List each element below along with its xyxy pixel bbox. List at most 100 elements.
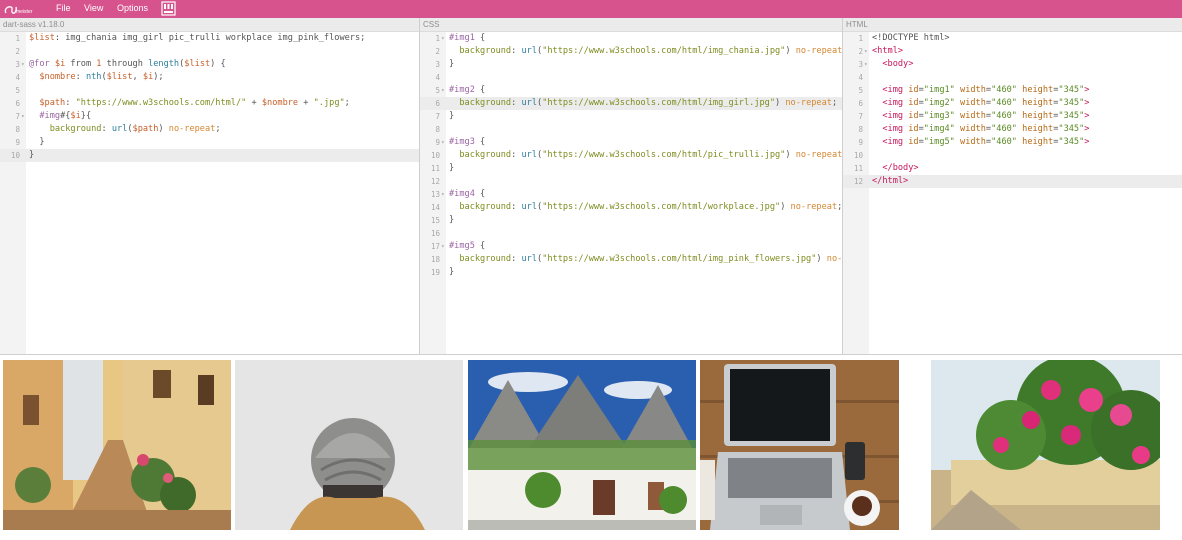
sass-editor[interactable]: 1 $list: img_chania img_girl pic_trulli w… (0, 32, 419, 354)
code-text: </html> (872, 176, 909, 186)
gist-icon[interactable] (161, 1, 176, 16)
render-preview (0, 355, 1182, 540)
line-number: 6 (858, 99, 863, 108)
fold-toggle-icon[interactable]: ▾ (21, 110, 25, 123)
code-line[interactable]: 13 ▾ #img4 { (420, 188, 842, 201)
code-text: background: url("https://www.w3schools.c… (459, 150, 842, 160)
code-line[interactable]: 8 <img id="img4" width="460" height="345… (843, 123, 1182, 136)
code-line[interactable]: 3 ▾ @for $i from 1 through length($list) { (0, 58, 419, 71)
fold-toggle-icon[interactable]: ▾ (441, 240, 445, 253)
line-number: 1 (858, 34, 863, 43)
top-bar: meister File View Options (0, 0, 1182, 18)
code-line[interactable]: 18 background: url("https://www.w3school… (420, 253, 842, 266)
line-number: 4 (435, 73, 440, 82)
code-text: <html> (872, 46, 904, 56)
code-line[interactable]: 2 (0, 45, 419, 58)
fold-toggle-icon[interactable]: ▾ (441, 188, 445, 201)
code-text: background: url("https://www.w3schools.c… (459, 46, 842, 56)
line-number: 4 (858, 73, 863, 82)
menu-file[interactable]: File (56, 3, 71, 13)
code-line[interactable]: 3 ▾ <body> (843, 58, 1182, 71)
code-line[interactable]: 19} (420, 266, 842, 279)
code-line[interactable]: 9 ▾ #img3 { (420, 136, 842, 149)
fold-toggle-icon[interactable]: ▾ (441, 32, 445, 45)
fold-toggle-icon[interactable]: ▾ (441, 84, 445, 97)
line-number: 6 (435, 99, 440, 108)
css-editor[interactable]: 1 ▾ #img1 {2 background: url("https://www.… (420, 32, 842, 354)
code-line[interactable]: 9 <img id="img5" width="460" height="345… (843, 136, 1182, 149)
code-text: } (449, 215, 455, 225)
code-text: } (29, 137, 45, 147)
code-line[interactable]: 14 background: url("https://www.w3school… (420, 201, 842, 214)
line-number: 7 (858, 112, 863, 121)
code-line[interactable]: 5 (0, 84, 419, 97)
html-editor[interactable]: 1 <!DOCTYPE html> 2 ▾ <html> 3 ▾ <body> 4 5 <img… (843, 32, 1182, 354)
line-number: 13 (430, 190, 440, 199)
code-line[interactable]: 6 <img id="img2" width="460" height="345… (843, 97, 1182, 110)
code-text: background: url($path) no-repeat; (49, 124, 221, 134)
css-pane-header[interactable]: CSS (420, 18, 842, 32)
code-line[interactable]: 1 ▾ #img1 { (420, 32, 842, 45)
code-text: <img id="img3" width="460" height="345"> (882, 111, 1090, 121)
html-pane-header[interactable]: HTML (843, 18, 1182, 32)
sass-pane-header[interactable]: dart-sass v1.18.0 (0, 18, 419, 32)
menu-options[interactable]: Options (117, 3, 148, 13)
line-number: 5 (15, 86, 20, 95)
line-number: 6 (15, 99, 20, 108)
line-number: 9 (435, 138, 440, 147)
code-line[interactable]: 11} (420, 162, 842, 175)
svg-text:meister: meister (16, 9, 33, 15)
image-img3-trulli (468, 360, 696, 530)
code-line[interactable]: 7 ▾ #img#{$i}{ (0, 110, 419, 123)
code-line[interactable]: 4 (420, 71, 842, 84)
code-text: #img2 { (449, 85, 486, 95)
code-line[interactable]: 3} (420, 58, 842, 71)
code-line[interactable]: 10 background: url("https://www.w3school… (420, 149, 842, 162)
code-line[interactable]: 1 <!DOCTYPE html> (843, 32, 1182, 45)
menu-view[interactable]: View (84, 3, 103, 13)
code-line[interactable]: 2 background: url("https://www.w3schools… (420, 45, 842, 58)
code-text: } (449, 163, 455, 173)
line-number: 7 (15, 112, 20, 121)
code-line[interactable]: 7} (420, 110, 842, 123)
code-line[interactable]: 8 background: url($path) no-repeat; (0, 123, 419, 136)
image-img5-pink-flowers (931, 360, 1160, 530)
fold-toggle-icon[interactable]: ▾ (441, 136, 445, 149)
code-line[interactable]: 8 (420, 123, 842, 136)
code-line[interactable]: 10 (843, 149, 1182, 162)
code-line[interactable]: 1 $list: img_chania img_girl pic_trulli w… (0, 32, 419, 45)
fold-toggle-icon[interactable]: ▾ (864, 58, 868, 71)
code-line[interactable]: 16 (420, 227, 842, 240)
code-text: #img3 { (449, 137, 486, 147)
code-line[interactable]: 9 } (0, 136, 419, 149)
code-text: <img id="img1" width="460" height="345"> (882, 85, 1090, 95)
code-line[interactable]: 17 ▾ #img5 { (420, 240, 842, 253)
code-line[interactable]: 6 background: url("https://www.w3schools… (420, 97, 842, 110)
code-line[interactable]: 6 $path: "https://www.w3schools.com/html… (0, 97, 419, 110)
code-text: $nombre: nth($list, $i); (39, 72, 164, 82)
code-line[interactable]: 2 ▾ <html> (843, 45, 1182, 58)
line-number: 14 (430, 203, 440, 212)
code-text: background: url("https://www.w3schools.c… (459, 254, 842, 264)
code-line[interactable]: 4 (843, 71, 1182, 84)
sass-pane: dart-sass v1.18.0 1 $list: img_chania img… (0, 18, 419, 354)
line-number: 5 (435, 86, 440, 95)
code-line[interactable]: 5 ▾ #img2 { (420, 84, 842, 97)
fold-toggle-icon[interactable]: ▾ (21, 58, 25, 71)
code-line[interactable]: 7 <img id="img3" width="460" height="345… (843, 110, 1182, 123)
css-pane: CSS 1 ▾ #img1 {2 background: url("https://… (420, 18, 842, 354)
line-number: 12 (853, 177, 863, 186)
code-line[interactable]: 12 </html> (843, 175, 1182, 188)
sassmeister-logo[interactable]: meister (3, 1, 41, 17)
code-text: #img4 { (449, 189, 486, 199)
fold-toggle-icon[interactable]: ▾ (864, 45, 868, 58)
code-line[interactable]: 11 </body> (843, 162, 1182, 175)
code-text: } (449, 111, 455, 121)
code-line[interactable]: 4 $nombre: nth($list, $i); (0, 71, 419, 84)
code-line[interactable]: 12 (420, 175, 842, 188)
code-text: background: url("https://www.w3schools.c… (459, 202, 842, 212)
code-line[interactable]: 15} (420, 214, 842, 227)
code-line[interactable]: 10} (0, 149, 419, 162)
code-text: } (449, 267, 455, 277)
code-line[interactable]: 5 <img id="img1" width="460" height="345… (843, 84, 1182, 97)
